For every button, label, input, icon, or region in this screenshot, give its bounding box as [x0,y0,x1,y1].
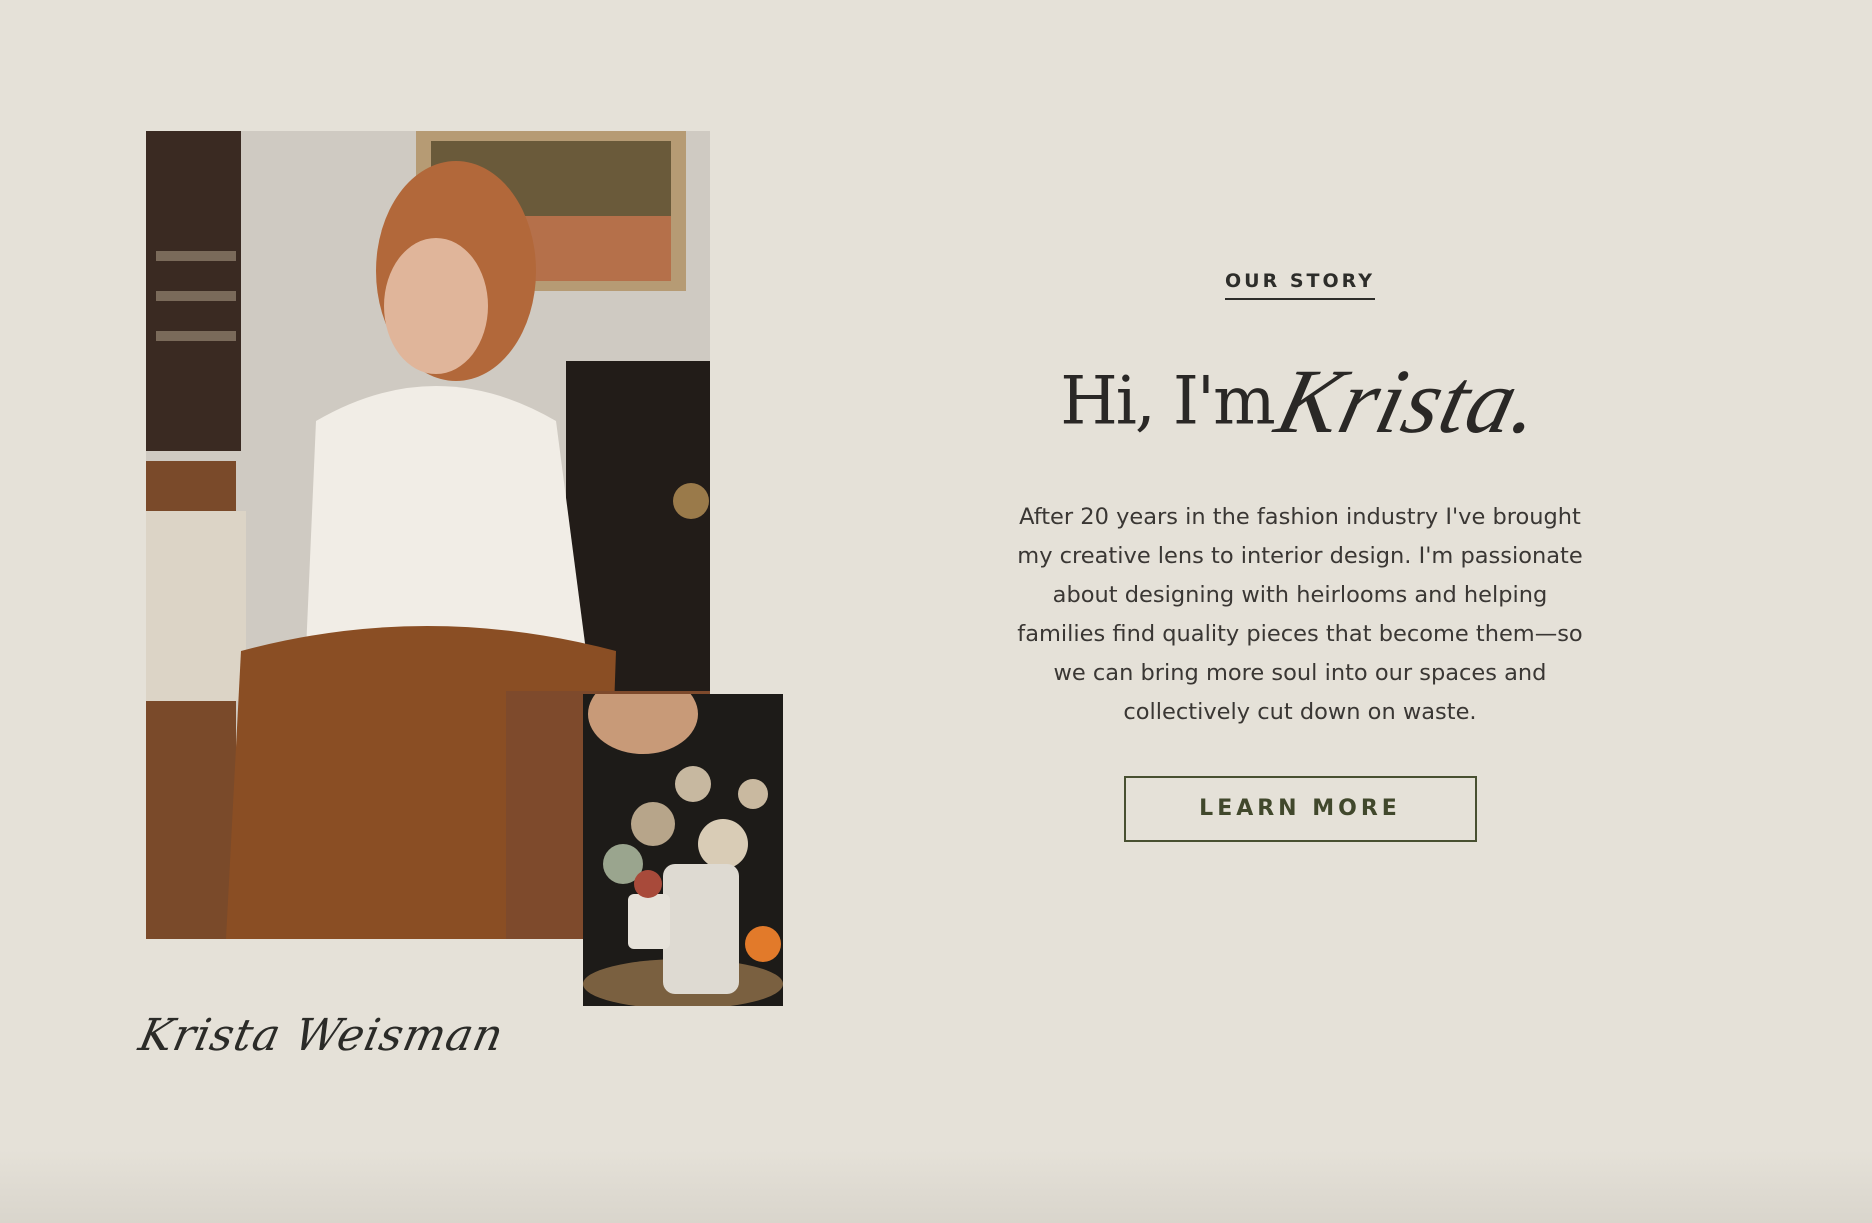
signature: Krista Weisman [134,1010,509,1061]
headline-name: Krista. [1266,350,1553,452]
learn-more-button[interactable]: LEARN MORE [1123,776,1477,842]
headline-greeting: Hi, I'm [1060,362,1275,440]
section-eyebrow: OUR STORY [1225,270,1375,300]
flower-arrangement-photo [583,694,783,1006]
our-story-section: OUR STORY Hi, I'mKrista. After 20 years … [1000,270,1600,842]
story-paragraph: After 20 years in the fashion industry I… [1017,504,1583,725]
page-title: Hi, I'mKrista. [1000,348,1600,458]
footer-band [0,1150,1872,1223]
